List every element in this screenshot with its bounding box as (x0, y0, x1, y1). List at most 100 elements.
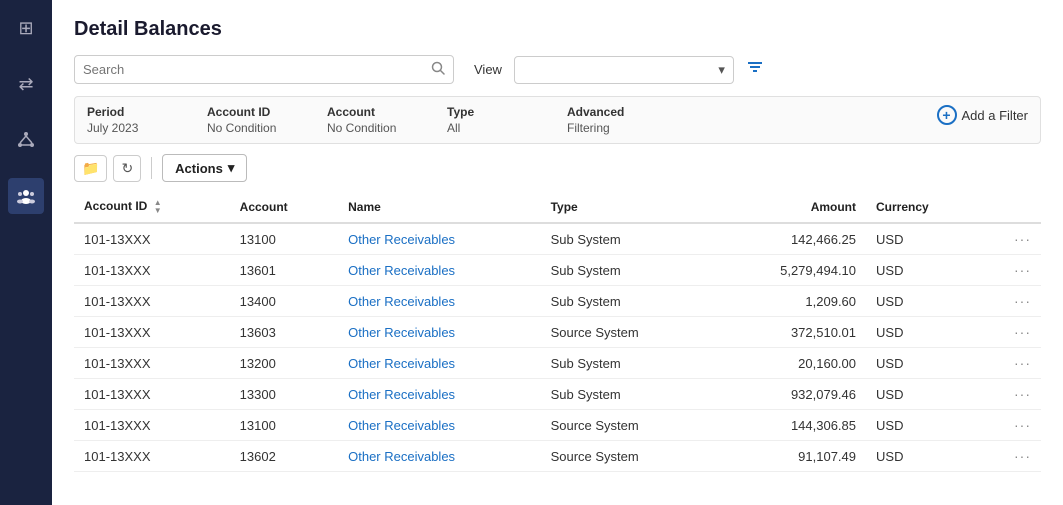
col-name: Name (338, 192, 540, 223)
cell-account-id: 101-13XXX (74, 410, 230, 441)
cell-name[interactable]: Other Receivables (338, 317, 540, 348)
filter-account-id-label: Account ID (207, 105, 303, 119)
cell-amount: 144,306.85 (713, 410, 866, 441)
table-row: 101-13XXX 13300 Other Receivables Sub Sy… (74, 379, 1041, 410)
filter-type[interactable]: Type All (447, 105, 567, 135)
toolbar: 📁 ↻ Actions ▾ (74, 154, 1041, 182)
sidebar-icon-network[interactable] (8, 122, 44, 158)
table-row: 101-13XXX 13100 Other Receivables Source… (74, 410, 1041, 441)
search-input[interactable] (83, 62, 431, 77)
cell-amount: 932,079.46 (713, 379, 866, 410)
cell-currency: USD (866, 255, 982, 286)
cell-name[interactable]: Other Receivables (338, 410, 540, 441)
cell-account-id: 101-13XXX (74, 348, 230, 379)
sidebar: ⊞ ⇄ (0, 0, 52, 505)
row-more-button[interactable]: ··· (982, 379, 1041, 410)
filter-account[interactable]: Account No Condition (327, 105, 447, 135)
cell-amount: 142,466.25 (713, 223, 866, 255)
view-select[interactable]: ▾ (514, 56, 734, 84)
cell-currency: USD (866, 317, 982, 348)
chevron-down-icon: ▾ (718, 62, 725, 78)
search-view-row: View ▾ (74, 55, 1041, 84)
detail-balances-table: Account ID ▲▼ Account Name Type Amount C… (74, 192, 1041, 472)
cell-name[interactable]: Other Receivables (338, 223, 540, 255)
cell-account-id: 101-13XXX (74, 441, 230, 472)
row-more-button[interactable]: ··· (982, 441, 1041, 472)
cell-account: 13200 (230, 348, 338, 379)
cell-account-id: 101-13XXX (74, 223, 230, 255)
actions-button[interactable]: Actions ▾ (162, 154, 247, 182)
filter-advanced[interactable]: Advanced Filtering (567, 105, 687, 135)
filter-advanced-value: Filtering (567, 121, 663, 135)
row-more-button[interactable]: ··· (982, 286, 1041, 317)
cell-name[interactable]: Other Receivables (338, 441, 540, 472)
table-wrapper: Account ID ▲▼ Account Name Type Amount C… (74, 192, 1041, 505)
cell-name[interactable]: Other Receivables (338, 348, 540, 379)
table-row: 101-13XXX 13603 Other Receivables Source… (74, 317, 1041, 348)
cell-name[interactable]: Other Receivables (338, 286, 540, 317)
filter-account-id[interactable]: Account ID No Condition (207, 105, 327, 135)
cell-currency: USD (866, 410, 982, 441)
sidebar-icon-transfer[interactable]: ⇄ (8, 66, 44, 102)
cell-account: 13603 (230, 317, 338, 348)
view-label: View (474, 62, 502, 77)
cell-account: 13100 (230, 223, 338, 255)
cell-currency: USD (866, 379, 982, 410)
cell-currency: USD (866, 441, 982, 472)
row-more-button[interactable]: ··· (982, 223, 1041, 255)
filter-period-value: July 2023 (87, 121, 183, 135)
sort-icons-account-id[interactable]: ▲▼ (154, 199, 162, 215)
filter-period-label: Period (87, 105, 183, 119)
filter-type-value: All (447, 121, 543, 135)
table-row: 101-13XXX 13400 Other Receivables Sub Sy… (74, 286, 1041, 317)
cell-name[interactable]: Other Receivables (338, 255, 540, 286)
cell-account-id: 101-13XXX (74, 255, 230, 286)
filter-button[interactable] (746, 58, 764, 81)
row-more-button[interactable]: ··· (982, 317, 1041, 348)
col-account-id[interactable]: Account ID ▲▼ (74, 192, 230, 223)
col-actions (982, 192, 1041, 223)
col-currency: Currency (866, 192, 982, 223)
cell-account: 13100 (230, 410, 338, 441)
cell-amount: 20,160.00 (713, 348, 866, 379)
cell-amount: 91,107.49 (713, 441, 866, 472)
filter-row: Period July 2023 Account ID No Condition… (74, 96, 1041, 144)
actions-chevron-icon: ▾ (228, 160, 235, 176)
cell-type: Source System (541, 441, 713, 472)
cell-amount: 5,279,494.10 (713, 255, 866, 286)
filter-account-value: No Condition (327, 121, 423, 135)
cell-account-id: 101-13XXX (74, 317, 230, 348)
cell-account: 13300 (230, 379, 338, 410)
main-content: Detail Balances View ▾ (52, 0, 1063, 505)
refresh-button[interactable]: ↻ (113, 155, 141, 182)
cell-type: Source System (541, 317, 713, 348)
cell-type: Sub System (541, 255, 713, 286)
cell-type: Sub System (541, 348, 713, 379)
add-filter-button[interactable]: + Add a Filter (937, 105, 1028, 125)
table-row: 101-13XXX 13200 Other Receivables Sub Sy… (74, 348, 1041, 379)
cell-currency: USD (866, 348, 982, 379)
cell-currency: USD (866, 286, 982, 317)
sidebar-icon-people[interactable] (8, 178, 44, 214)
row-more-button[interactable]: ··· (982, 348, 1041, 379)
cell-account-id: 101-13XXX (74, 286, 230, 317)
col-account: Account (230, 192, 338, 223)
row-more-button[interactable]: ··· (982, 255, 1041, 286)
col-amount: Amount (713, 192, 866, 223)
add-filter-icon: + (937, 105, 957, 125)
filter-period[interactable]: Period July 2023 (87, 105, 207, 135)
cell-type: Sub System (541, 379, 713, 410)
filter-account-id-value: No Condition (207, 121, 303, 135)
cell-currency: USD (866, 223, 982, 255)
page-title: Detail Balances (74, 18, 1041, 41)
actions-label: Actions (175, 161, 223, 176)
folder-button[interactable]: 📁 (74, 155, 107, 182)
cell-account-id: 101-13XXX (74, 379, 230, 410)
sidebar-icon-grid[interactable]: ⊞ (8, 10, 44, 46)
cell-account: 13601 (230, 255, 338, 286)
cell-name[interactable]: Other Receivables (338, 379, 540, 410)
row-more-button[interactable]: ··· (982, 410, 1041, 441)
filter-account-label: Account (327, 105, 423, 119)
search-box[interactable] (74, 55, 454, 84)
toolbar-divider (151, 157, 152, 179)
